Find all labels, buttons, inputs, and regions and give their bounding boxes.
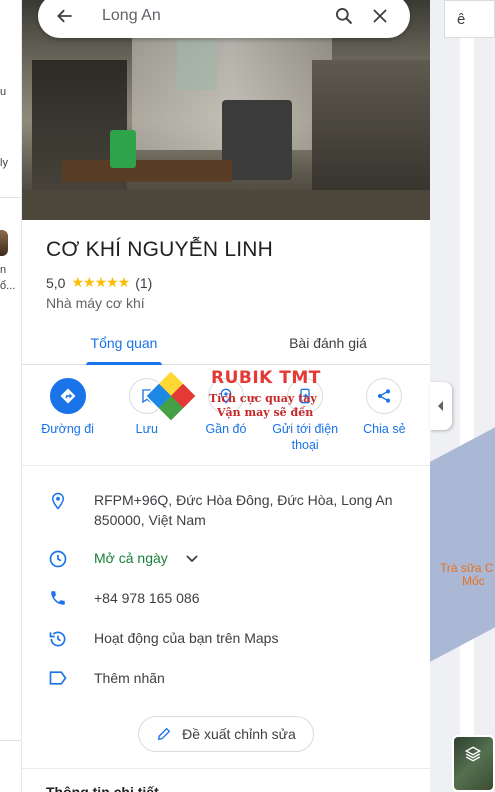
- send-to-phone-button[interactable]: Gửi tới điện thoại: [268, 378, 342, 468]
- place-panel: CƠ KHÍ NGUYỄN LINH 5,0 ★★★★★ (1) Nhà máy…: [22, 0, 430, 792]
- activity-row[interactable]: Hoạt động của bạn trên Maps: [22, 628, 430, 649]
- left-divider: [0, 197, 21, 198]
- action-buttons: Đường đi Lưu Gần đó Gửi tới điện thoại C…: [22, 378, 430, 468]
- pencil-icon: [157, 727, 171, 741]
- place-category[interactable]: Nhà máy cơ khí: [46, 295, 145, 311]
- left-fragment-text-3: n: [0, 264, 7, 276]
- back-arrow-icon[interactable]: [52, 3, 78, 29]
- bookmark-icon: [128, 378, 165, 414]
- place-tabs: Tổng quan Bài đánh giá: [22, 322, 430, 365]
- tab-reviews[interactable]: Bài đánh giá: [226, 322, 430, 364]
- directions-button[interactable]: Đường đi: [31, 378, 105, 468]
- details-heading: Thông tin chi tiết: [46, 784, 159, 792]
- location-pin-icon: [22, 490, 94, 511]
- label-icon: [22, 668, 94, 687]
- clock-icon: [22, 548, 94, 569]
- place-title: CƠ KHÍ NGUYỄN LINH: [46, 238, 273, 261]
- activity-text: Hoạt động của bạn trên Maps: [94, 630, 279, 646]
- search-icon[interactable]: [326, 1, 362, 31]
- directions-label: Đường đi: [41, 422, 94, 436]
- nearby-button[interactable]: Gần đó: [189, 378, 263, 468]
- save-button[interactable]: Lưu: [110, 378, 184, 468]
- rating-row: 5,0 ★★★★★ (1): [46, 274, 152, 291]
- layers-icon: [464, 746, 482, 762]
- close-icon[interactable]: [362, 1, 398, 31]
- phone-text: +84 978 165 086: [94, 590, 200, 606]
- suggest-edit-button[interactable]: Đề xuất chỉnh sửa: [138, 716, 314, 752]
- phone-icon: [22, 588, 94, 607]
- map-place-label[interactable]: Trà sữa C Mốc: [440, 562, 494, 588]
- rating-value: 5,0: [46, 274, 66, 291]
- hours-row[interactable]: Mở cả ngày: [22, 548, 430, 569]
- hours-text: Mở cả ngày: [94, 550, 168, 566]
- share-button[interactable]: Chia sẻ: [347, 378, 421, 468]
- left-avatar: [0, 230, 8, 256]
- left-fragment-text-4: ổ...: [0, 280, 16, 292]
- add-label-row[interactable]: Thêm nhãn: [22, 668, 430, 688]
- review-count[interactable]: (1): [135, 275, 152, 291]
- add-label-text: Thêm nhãn: [94, 670, 165, 686]
- phone-row[interactable]: +84 978 165 086: [22, 588, 430, 608]
- send-to-phone-label: Gửi tới điện thoại: [272, 422, 339, 452]
- map-top-button[interactable]: ê: [444, 0, 495, 38]
- left-divider-bottom: [0, 740, 21, 741]
- search-input[interactable]: Long An: [78, 7, 326, 25]
- left-fragment-text-2: ly: [0, 157, 8, 169]
- nearby-icon: [207, 378, 244, 414]
- left-sidebar-fragment: u ly n ổ...: [0, 0, 22, 792]
- map-place-label-line1: Trà sữa C: [440, 561, 494, 575]
- suggest-edit-label: Đề xuất chỉnh sửa: [182, 726, 296, 742]
- share-label: Chia sẻ: [363, 422, 406, 436]
- search-bar[interactable]: Long An: [38, 0, 410, 38]
- map-road: [460, 0, 474, 792]
- address-row[interactable]: RFPM+96Q, Đức Hòa Đông, Đức Hòa, Long An…: [22, 490, 430, 530]
- save-label: Lưu: [135, 422, 158, 436]
- directions-icon: [49, 378, 86, 414]
- send-to-phone-icon: [287, 378, 324, 414]
- share-icon: [366, 378, 403, 414]
- layers-button[interactable]: [452, 735, 495, 792]
- tab-overview[interactable]: Tổng quan: [22, 322, 226, 365]
- collapse-panel-button[interactable]: [430, 382, 452, 430]
- map-place-label-line2: Mốc: [462, 574, 485, 588]
- rating-stars-icon: ★★★★★: [71, 274, 130, 290]
- nearby-label: Gần đó: [205, 422, 247, 436]
- chevron-left-icon: [438, 401, 443, 411]
- divider: [22, 465, 430, 466]
- history-icon: [22, 628, 94, 649]
- chevron-down-icon[interactable]: [186, 555, 198, 563]
- address-text: RFPM+96Q, Đức Hòa Đông, Đức Hòa, Long An…: [94, 492, 393, 528]
- left-fragment-text-1: u: [0, 86, 7, 98]
- divider-bottom: [22, 768, 430, 769]
